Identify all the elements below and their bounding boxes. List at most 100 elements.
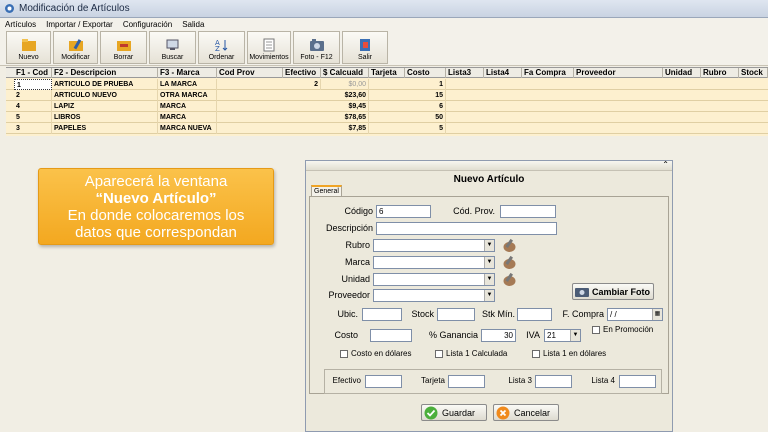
calendar-icon[interactable]: ▦ bbox=[652, 309, 662, 320]
col-header-lista4[interactable]: Lista4 bbox=[484, 68, 522, 78]
guardar-label: Guardar bbox=[442, 407, 476, 418]
menu-articulos[interactable]: Artículos bbox=[0, 20, 41, 29]
table-row[interactable]: 3 PAPELES MARCA NUEVA $7,85 5 bbox=[6, 123, 768, 134]
codigo-field[interactable]: 6 bbox=[376, 205, 431, 218]
table-row[interactable]: 4 LAPIZ MARCA $9,45 6 bbox=[6, 101, 768, 112]
stk-min-field[interactable] bbox=[517, 308, 552, 321]
lista1-dolares-checkbox[interactable] bbox=[532, 350, 540, 358]
cell-cod[interactable]: 2 bbox=[14, 90, 52, 101]
tarjeta-field[interactable] bbox=[448, 375, 485, 388]
cell-costo[interactable]: 1 bbox=[405, 79, 446, 90]
cell-marca[interactable]: LA MARCA bbox=[158, 79, 217, 90]
proveedor-label: Proveedor bbox=[328, 290, 370, 300]
cell-marca[interactable]: MARCA NUEVA bbox=[158, 123, 217, 134]
cell-marca[interactable]: MARCA bbox=[158, 112, 217, 123]
cell-cod[interactable]: 1 bbox=[14, 79, 52, 90]
dialog-title: Nuevo Artículo bbox=[453, 174, 525, 185]
descripcion-field[interactable] bbox=[376, 222, 557, 235]
cell-descripcion[interactable]: PAPELES bbox=[52, 123, 158, 134]
menu-importar-exportar[interactable]: Importar / Exportar bbox=[41, 20, 118, 29]
cell-descripcion[interactable]: LIBROS bbox=[52, 112, 158, 123]
cell-costo[interactable]: 6 bbox=[405, 101, 446, 112]
tab-general[interactable]: General bbox=[311, 185, 342, 196]
ubic-field[interactable] bbox=[362, 308, 402, 321]
menu-salida[interactable]: Salida bbox=[177, 20, 209, 29]
table-row[interactable]: 1 ARTICULO DE PRUEBA LA MARCA 2 $0,00 1 bbox=[6, 79, 768, 90]
col-header-cod-prov[interactable]: Cod Prov bbox=[217, 68, 283, 78]
delete-button[interactable]: Borrar bbox=[100, 31, 147, 64]
toolbar: Nuevo Modificar Borrar Buscar AZ Ordenar… bbox=[0, 30, 768, 66]
guardar-button[interactable]: Guardar bbox=[421, 404, 487, 421]
photo-button[interactable]: Foto - F12 bbox=[293, 31, 340, 64]
collapse-icon[interactable]: ⌃ bbox=[662, 160, 669, 169]
cell-calculado[interactable]: $9,45 bbox=[321, 101, 369, 112]
new-button[interactable]: Nuevo bbox=[6, 31, 51, 64]
exit-button-label: Salir bbox=[357, 54, 372, 61]
prices-group: Efectivo Tarjeta Lista 3 Lista 4 bbox=[324, 369, 662, 394]
cell-descripcion[interactable]: ARTICULO DE PRUEBA bbox=[52, 79, 158, 90]
proveedor-select[interactable]: ▼ bbox=[373, 289, 495, 302]
costo-field[interactable] bbox=[370, 329, 412, 342]
cambiar-foto-button[interactable]: Cambiar Foto bbox=[572, 283, 654, 300]
lista3-label: Lista 3 bbox=[508, 376, 532, 385]
edit-marca-icon[interactable] bbox=[502, 255, 517, 270]
ganancia-field[interactable]: 30 bbox=[481, 329, 516, 342]
cell-cod[interactable]: 4 bbox=[14, 101, 52, 112]
table-row[interactable]: 2 ARTICULO NUEVO OTRA MARCA $23,60 15 bbox=[6, 90, 768, 101]
cell-costo[interactable]: 50 bbox=[405, 112, 446, 123]
movements-button[interactable]: Movimientos bbox=[247, 31, 291, 64]
col-header-tarjeta[interactable]: Tarjeta bbox=[369, 68, 405, 78]
exit-button[interactable]: Salir bbox=[342, 31, 388, 64]
cod-prov-field[interactable] bbox=[500, 205, 556, 218]
col-header-fa-compra[interactable]: Fa Compra bbox=[522, 68, 574, 78]
lista3-field[interactable] bbox=[535, 375, 572, 388]
cell-descripcion[interactable]: LAPIZ bbox=[52, 101, 158, 112]
cell-cod[interactable]: 3 bbox=[14, 123, 52, 134]
col-header-stock[interactable]: Stock bbox=[739, 68, 768, 78]
col-header-marca[interactable]: F3 - Marca bbox=[158, 68, 217, 78]
col-header-costo[interactable]: Costo bbox=[405, 68, 446, 78]
edit-unidad-icon[interactable] bbox=[502, 272, 517, 287]
col-header-proveedor[interactable]: Proveedor bbox=[574, 68, 663, 78]
tarjeta-label: Tarjeta bbox=[420, 376, 445, 385]
en-promocion-checkbox[interactable] bbox=[592, 326, 600, 334]
cell-cod[interactable]: 5 bbox=[14, 112, 52, 123]
marca-label: Marca bbox=[344, 257, 370, 267]
col-header-descripcion[interactable]: F2 - Descripcion bbox=[52, 68, 158, 78]
cell-marca[interactable]: MARCA bbox=[158, 101, 217, 112]
table-row[interactable]: 5 LIBROS MARCA $78,65 50 bbox=[6, 112, 768, 123]
col-header-calculado[interactable]: $ Calcuald bbox=[321, 68, 369, 78]
modify-button[interactable]: Modificar bbox=[53, 31, 98, 64]
rubro-select[interactable]: ▼ bbox=[373, 239, 495, 252]
col-header-rubro[interactable]: Rubro bbox=[701, 68, 739, 78]
col-header-cod[interactable]: F1 - Cod bbox=[14, 68, 52, 78]
cell-calculado[interactable]: $78,65 bbox=[321, 112, 369, 123]
efectivo-field[interactable] bbox=[365, 375, 402, 388]
cell-marca[interactable]: OTRA MARCA bbox=[158, 90, 217, 101]
cell-calculado[interactable]: $7,85 bbox=[321, 123, 369, 134]
unidad-select[interactable]: ▼ bbox=[373, 273, 495, 286]
f-compra-field[interactable]: / / ▦ bbox=[607, 308, 663, 321]
cancelar-button[interactable]: Cancelar bbox=[493, 404, 559, 421]
menu-configuracion[interactable]: Configuración bbox=[118, 20, 177, 29]
cell-descripcion[interactable]: ARTICULO NUEVO bbox=[52, 90, 158, 101]
lista1-calculada-checkbox[interactable] bbox=[435, 350, 443, 358]
iva-select[interactable]: 21 ▼ bbox=[544, 329, 581, 342]
search-button[interactable]: Buscar bbox=[149, 31, 196, 64]
edit-rubro-icon[interactable] bbox=[502, 238, 517, 253]
cell-costo[interactable]: 5 bbox=[405, 123, 446, 134]
cell-efectivo[interactable]: 2 bbox=[283, 79, 321, 90]
articles-grid[interactable]: F1 - Cod F2 - Descripcion F3 - Marca Cod… bbox=[6, 67, 768, 136]
col-header-efectivo[interactable]: Efectivo bbox=[283, 68, 321, 78]
f-compra-label: F. Compra bbox=[562, 309, 604, 319]
sort-button[interactable]: AZ Ordenar bbox=[198, 31, 245, 64]
col-header-lista3[interactable]: Lista3 bbox=[446, 68, 484, 78]
marca-select[interactable]: ▼ bbox=[373, 256, 495, 269]
lista4-field[interactable] bbox=[619, 375, 656, 388]
cell-calculado[interactable]: $0,00 bbox=[321, 79, 369, 90]
col-header-unidad[interactable]: Unidad bbox=[663, 68, 701, 78]
stock-field[interactable] bbox=[437, 308, 475, 321]
cell-costo[interactable]: 15 bbox=[405, 90, 446, 101]
cell-calculado[interactable]: $23,60 bbox=[321, 90, 369, 101]
costo-dolares-checkbox[interactable] bbox=[340, 350, 348, 358]
